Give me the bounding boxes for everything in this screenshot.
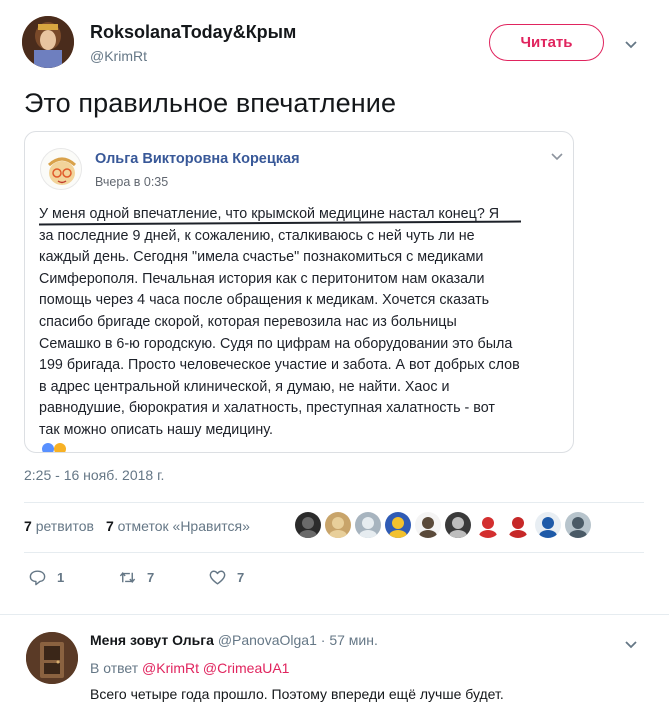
embed-author-name: Ольга Викторовна Корецкая — [95, 151, 300, 167]
reply-text: Всего четыре года прошло. Поэтому вперед… — [90, 686, 504, 702]
chevron-down-icon — [550, 149, 564, 163]
liker-avatar[interactable] — [295, 512, 321, 538]
divider — [24, 502, 644, 503]
reply-author-avatar[interactable] — [26, 632, 78, 684]
liker-avatars — [295, 512, 591, 538]
reply-icon — [29, 570, 46, 586]
tweet-actions: 1 7 7 — [28, 568, 298, 587]
mention-link[interactable]: @CrimeaUA1 — [203, 660, 290, 676]
mention-link[interactable]: @KrimRt — [142, 660, 199, 676]
liker-avatar[interactable] — [385, 512, 411, 538]
divider — [0, 614, 669, 615]
likes-stat[interactable]: 7 отметок «Нравится» — [106, 518, 250, 534]
retweet-icon — [119, 572, 136, 583]
reaction-icons — [41, 442, 71, 452]
reply-author-handle[interactable]: @PanovaOlga1 — [218, 632, 317, 648]
likes-label: отметок «Нравится» — [117, 518, 250, 534]
follow-button[interactable]: Читать — [489, 24, 604, 61]
embed-line: Семашко в 6-ю городскую. Судя по цифрам … — [39, 335, 513, 352]
tweet-stats: 7 ретвитов 7 отметок «Нравится» — [24, 518, 250, 534]
chevron-down-icon[interactable] — [623, 36, 639, 52]
liker-avatar[interactable] — [355, 512, 381, 538]
author-handle[interactable]: @KrimRt — [90, 48, 147, 64]
meta-separator: · — [316, 632, 330, 648]
embed-line: спасибо бригаде скорой, которая перевози… — [39, 313, 457, 330]
reply-button[interactable]: 1 — [28, 568, 118, 587]
liker-avatar[interactable] — [535, 512, 561, 538]
retweet-count: 7 — [147, 570, 155, 585]
like-count: 7 — [237, 570, 245, 585]
liker-avatar[interactable] — [505, 512, 531, 538]
liker-avatar[interactable] — [565, 512, 591, 538]
liker-avatar[interactable] — [445, 512, 471, 538]
embed-line: так можно описать нашу медицину. — [39, 421, 273, 438]
retweets-count: 7 — [24, 518, 32, 534]
retweets-stat[interactable]: 7 ретвитов — [24, 518, 94, 534]
tweet-timestamp[interactable]: 2:25 - 16 нояб. 2018 г. — [24, 467, 164, 483]
heart-icon — [209, 570, 226, 585]
liker-avatar[interactable] — [415, 512, 441, 538]
embed-line: за последние 9 дней, к сожалению, сталки… — [39, 227, 475, 244]
embed-post-time: Вчера в 0:35 — [95, 175, 169, 189]
author-avatar[interactable] — [22, 16, 74, 68]
retweets-label: ретвитов — [35, 518, 94, 534]
tweet-text: Это правильное впечатление — [24, 88, 397, 118]
author-display-name[interactable]: RoksolanaToday&Крым — [90, 22, 296, 43]
retweet-button[interactable]: 7 — [118, 568, 208, 587]
liker-avatar[interactable] — [325, 512, 351, 538]
embed-line: каждый день. Сегодня "имела счастье" поз… — [39, 249, 484, 266]
in-reply-prefix: В ответ — [90, 660, 143, 676]
likes-count: 7 — [105, 518, 114, 534]
reply-count: 1 — [57, 570, 65, 585]
in-reply-to: В ответ @KrimRt @CrimeaUA1 — [90, 660, 289, 676]
divider — [24, 552, 644, 553]
embed-line: в адрес центральной клинической, я думаю… — [39, 378, 450, 395]
embed-line: Симферополя. Печальная история как с пер… — [39, 270, 485, 287]
reply-author-name[interactable]: Меня зовут Ольга — [90, 632, 214, 648]
embed-author-avatar — [40, 148, 82, 190]
embedded-post-image[interactable]: Ольга Викторовна Корецкая Вчера в 0:35 У… — [24, 131, 574, 453]
embed-post-body: У меня одной впечатление, что крымской м… — [39, 204, 567, 442]
embed-line: помощь через 4 часа после обращения к ме… — [39, 292, 490, 309]
like-button[interactable]: 7 — [208, 568, 298, 587]
liker-avatar[interactable] — [475, 512, 501, 538]
chevron-down-icon[interactable] — [623, 636, 639, 652]
reply-header: Меня зовут Ольга @PanovaOlga1 · 57 мин. — [90, 632, 378, 648]
reply-age[interactable]: 57 мин. — [329, 632, 378, 648]
embed-line: 199 бригада. Просто человеческое участие… — [39, 357, 520, 374]
embed-line: равнодушие, бюрократия и халатность, пре… — [39, 400, 495, 417]
